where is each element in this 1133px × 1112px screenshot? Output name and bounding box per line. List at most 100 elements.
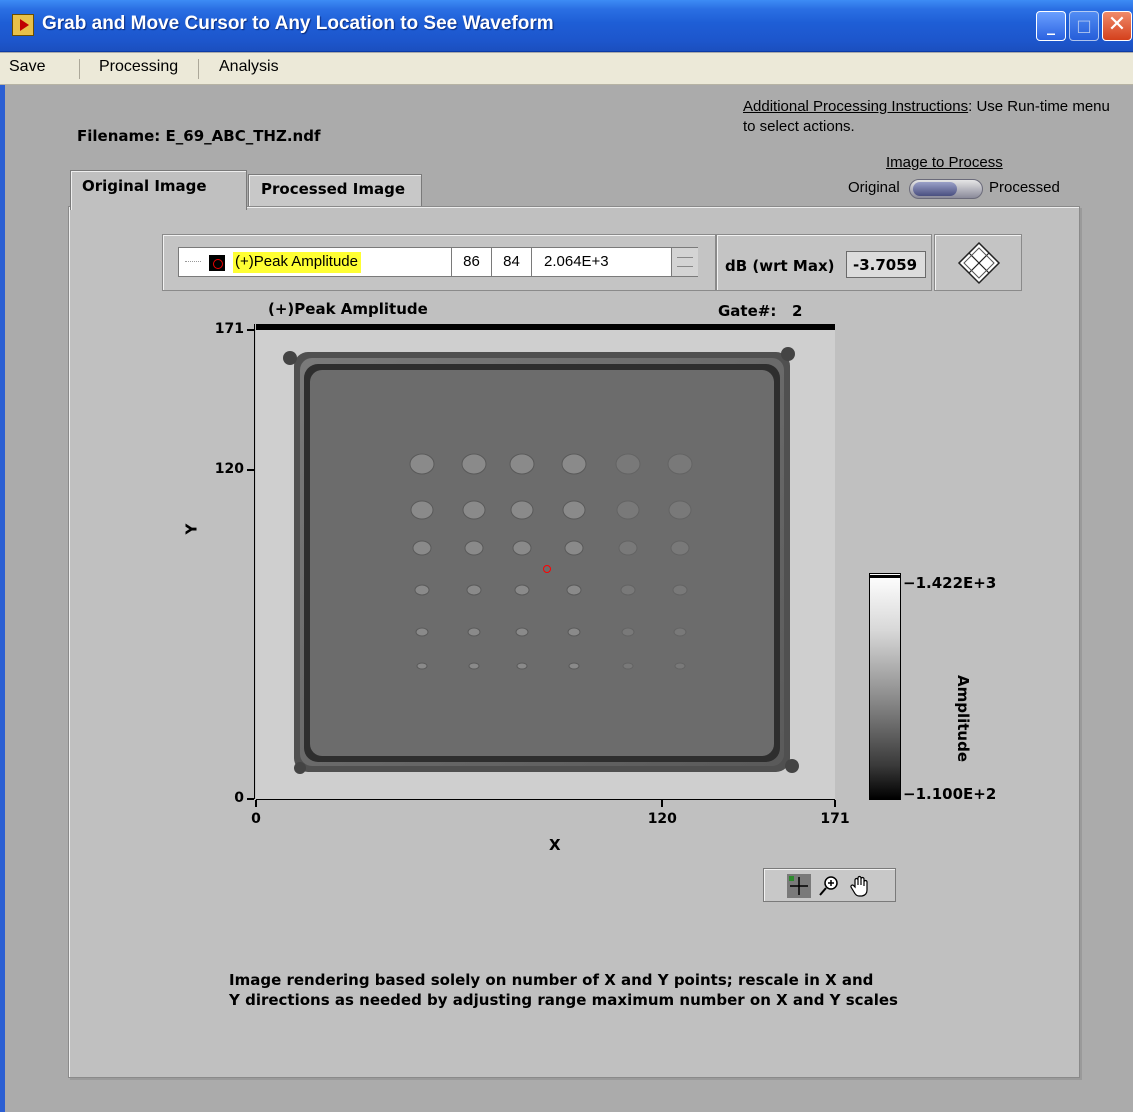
cursor-color-swatch[interactable] [209,255,225,271]
x-tick-mark [661,800,664,807]
menu-separator [198,59,199,79]
scan-spot [414,584,430,596]
scan-spot [672,584,688,596]
colorbar-max-value[interactable]: 1.422E+3 [916,574,997,592]
rendering-note-line-1: Image rendering based solely on number o… [229,971,874,989]
window-frame-left [0,85,5,1112]
intensity-graph-image[interactable] [256,330,835,799]
graph-palette [763,868,896,902]
scan-spot [462,500,486,520]
scan-spot [466,584,482,596]
x-tick-label[interactable]: 0 [251,811,261,827]
y-tick-label[interactable]: 120 [215,461,244,477]
y-tick-mark [247,329,254,331]
scan-spot [620,584,636,596]
y-axis-label: Y [182,523,201,535]
x-tick-mark [255,800,257,807]
y-tick-label[interactable]: 171 [215,321,244,337]
scan-spot [512,540,532,556]
zoom-icon[interactable] [817,873,843,899]
tab-original-image[interactable]: Original Image [70,170,247,210]
scan-spot [673,627,687,637]
menu-separator [79,59,80,79]
colorbar-min-value[interactable]: 1.100E+2 [916,785,997,803]
scan-spot [616,500,640,520]
y-tick-mark [247,468,254,471]
y-tick-mark [247,798,254,800]
scan-spot [464,540,484,556]
scan-spot [615,453,641,475]
x-tick-label[interactable]: 171 [820,811,849,827]
scan-spot [564,540,584,556]
title-bar[interactable]: Grab and Move Cursor to Any Location to … [0,0,1133,52]
menu-bar: Save Processing Analysis [0,53,1133,85]
gate-value: 2 [792,302,803,320]
scan-spot [415,627,429,637]
image-to-process-toggle[interactable] [909,179,983,199]
scan-spot [468,662,480,670]
scan-spot [667,453,693,475]
colorbar-max-marker[interactable] [869,575,901,578]
scan-spot [562,500,586,520]
gate-label: Gate#: [718,302,777,320]
cursor-x[interactable]: 86 [451,248,491,276]
cursor-navigation-button[interactable] [934,234,1022,291]
scan-spot [568,662,580,670]
colorbar-label: Amplitude [954,675,972,763]
db-label: dB (wrt Max) [725,257,835,275]
colorbar-max-label[interactable]: −1.422E+3 [903,574,996,592]
scan-spot [561,453,587,475]
scan-spot [416,662,428,670]
cursor-y[interactable]: 84 [491,248,531,276]
rendering-note-line-2: Y directions as needed by adjusting rang… [229,991,898,1009]
y-axis-line [254,324,255,799]
toggle-knob[interactable] [913,182,957,196]
cursor-value: 2.064E+3 [531,248,671,276]
menu-processing[interactable]: Processing [99,58,178,76]
x-tick-label[interactable]: 120 [648,811,677,827]
scan-spot [674,662,686,670]
labview-app-icon [12,14,34,36]
pan-hand-icon[interactable] [848,873,874,899]
scan-spot [410,500,434,520]
instructions-heading: Additional Processing Instructions [743,98,969,115]
scan-spot [467,627,481,637]
cursor-move-icon[interactable] [786,873,812,899]
minimize-button[interactable]: _ [1036,11,1066,41]
scan-spot [509,453,535,475]
colorbar-min-label[interactable]: −1.100E+2 [903,785,996,803]
scan-spot [621,627,635,637]
processing-instructions: Additional Processing Instructions: Use … [743,97,1123,137]
window-title: Grab and Move Cursor to Any Location to … [42,13,554,34]
maximize-button[interactable]: □ [1069,11,1099,41]
image-to-process-title: Image to Process [886,154,1003,171]
db-value: -3.7059 [846,251,926,278]
scan-spot [514,584,530,596]
close-button[interactable]: ✕ [1102,11,1132,41]
scan-spot [412,540,432,556]
y-tick-label[interactable]: 0 [234,790,244,806]
tab-processed-image[interactable]: Processed Image [248,174,422,206]
menu-analysis[interactable]: Analysis [219,58,279,76]
graph-cursor-marker[interactable] [543,564,552,573]
cursor-name[interactable]: (+)Peak Amplitude [233,252,361,273]
colorbar[interactable] [869,573,901,800]
scan-spot [670,540,690,556]
colorbar-min-dash: − [903,785,916,803]
scan-spot [409,453,435,475]
scan-spot [515,627,529,637]
scan-spot [567,627,581,637]
toggle-label-processed: Processed [989,179,1060,196]
cursor-legend-row[interactable]: (+)Peak Amplitude 86 84 2.064E+3 [178,247,698,277]
scan-spot [566,584,582,596]
x-axis-line [256,799,835,800]
scan-spot [510,500,534,520]
colorbar-max-dash: − [903,574,916,592]
filename-label: Filename: E_69_ABC_THZ.ndf [77,127,321,145]
diamond-navigator-icon [957,241,1001,285]
x-tick-mark [834,800,836,807]
plot-title: (+)Peak Amplitude [268,300,428,318]
x-axis-label: X [549,836,561,854]
cursor-legend-scrollbar[interactable] [671,248,698,276]
menu-save[interactable]: Save [9,58,45,76]
